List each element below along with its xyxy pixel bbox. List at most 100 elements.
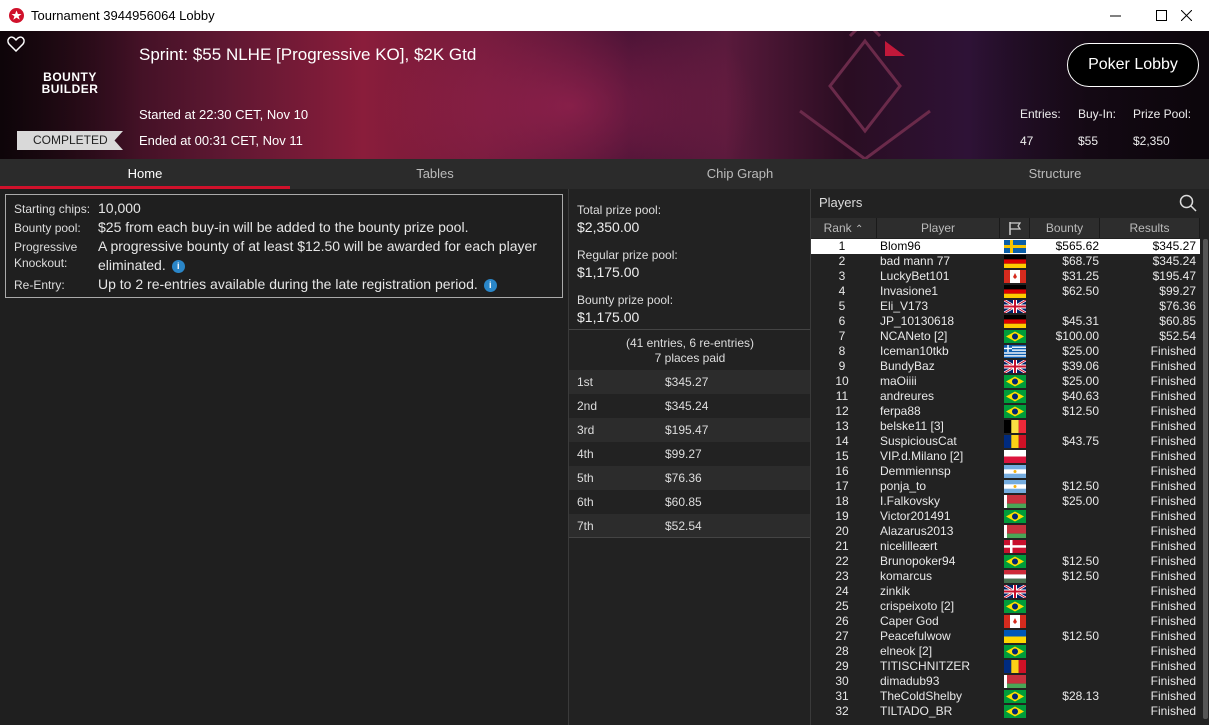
- player-row[interactable]: 24 zinkik Finished: [811, 584, 1200, 599]
- player-row[interactable]: 29 TITISCHNITZER Finished: [811, 659, 1200, 674]
- player-row[interactable]: 2 bad mann 77 $68.75 $345.24: [811, 254, 1200, 269]
- player-result: Finished: [1150, 479, 1196, 493]
- player-row[interactable]: 10 maOiiii $25.00 Finished: [811, 374, 1200, 389]
- player-bounty: $12.50: [1062, 629, 1099, 643]
- players-scrollbar[interactable]: [1203, 239, 1208, 719]
- player-name: belske11 [3]: [880, 419, 944, 433]
- player-row[interactable]: 13 belske11 [3] Finished: [811, 419, 1200, 434]
- starting-chips-value: 10,000: [98, 200, 141, 216]
- player-row[interactable]: 26 Caper God Finished: [811, 614, 1200, 629]
- country-flag-icon: [1004, 495, 1026, 508]
- tab-structure[interactable]: Structure: [910, 159, 1200, 189]
- player-bounty: $43.75: [1062, 434, 1099, 448]
- country-flag-icon: [1004, 705, 1026, 718]
- player-row[interactable]: 18 I.Falkovsky $25.00 Finished: [811, 494, 1200, 509]
- player-row[interactable]: 3 LuckyBet101 $31.25 $195.47: [811, 269, 1200, 284]
- reentry-info-icon[interactable]: i: [483, 278, 497, 292]
- pko-label-line2: Knockout:: [14, 256, 68, 270]
- player-row[interactable]: 32 TILTADO_BR Finished: [811, 704, 1200, 719]
- payout-amount: $345.27: [665, 375, 709, 389]
- player-row[interactable]: 7 NCANeto [2] $100.00 $52.54: [811, 329, 1200, 344]
- rank-column-header[interactable]: Rank ⌃: [811, 218, 877, 238]
- player-row[interactable]: 5 Eli_V173 $76.36: [811, 299, 1200, 314]
- player-row[interactable]: 25 crispeixoto [2] Finished: [811, 599, 1200, 614]
- pokerstars-logo-icon: [9, 8, 24, 23]
- country-flag-icon: [1004, 435, 1026, 448]
- player-rank: 10: [835, 374, 849, 388]
- player-rank: 20: [835, 524, 849, 538]
- player-bounty: $565.62: [1055, 239, 1099, 253]
- buyin-label: Buy-In:: [1078, 107, 1117, 121]
- tab-tables[interactable]: Tables: [290, 159, 580, 189]
- player-row[interactable]: 31 TheColdShelby $28.13 Finished: [811, 689, 1200, 704]
- tab-home[interactable]: Home: [0, 159, 290, 189]
- player-row[interactable]: 19 Victor201491 Finished: [811, 509, 1200, 524]
- tournament-info-box: Starting chips: 10,000 Bounty pool: $25 …: [5, 194, 563, 298]
- player-row[interactable]: 27 Peacefulwow $12.50 Finished: [811, 629, 1200, 644]
- window-titlebar: Tournament 3944956064 Lobby: [0, 0, 1209, 31]
- player-name: nicelilleært: [880, 539, 938, 553]
- player-row[interactable]: 22 Brunopoker94 $12.50 Finished: [811, 554, 1200, 569]
- rank-header-label: Rank: [823, 221, 852, 235]
- close-button[interactable]: [1163, 0, 1209, 31]
- payout-row: 6th $60.85: [569, 490, 811, 514]
- player-rank: 7: [838, 329, 846, 343]
- total-prize-label: Total prize pool:: [577, 203, 662, 217]
- player-name: BundyBaz: [880, 359, 935, 373]
- player-result: $52.54: [1159, 329, 1196, 343]
- bounty-column-header[interactable]: Bounty: [1030, 218, 1100, 238]
- player-row[interactable]: 28 elneok [2] Finished: [811, 644, 1200, 659]
- favorite-heart-icon[interactable]: [7, 36, 25, 52]
- player-rank: 5: [838, 299, 846, 313]
- country-flag-icon: [1004, 300, 1026, 313]
- player-row[interactable]: 30 dimadub93 Finished: [811, 674, 1200, 689]
- player-row[interactable]: 4 Invasione1 $62.50 $99.27: [811, 284, 1200, 299]
- close-icon: [1180, 10, 1192, 21]
- player-column-header[interactable]: Player: [877, 218, 1000, 238]
- player-row[interactable]: 12 ferpa88 $12.50 Finished: [811, 404, 1200, 419]
- player-row[interactable]: 17 ponja_to $12.50 Finished: [811, 479, 1200, 494]
- player-bounty: $39.06: [1062, 359, 1099, 373]
- flag-column-header[interactable]: [1000, 218, 1030, 238]
- payout-row: 1st $345.27: [569, 370, 811, 394]
- results-column-header[interactable]: Results: [1100, 218, 1200, 238]
- player-rank: 23: [835, 569, 849, 583]
- player-row[interactable]: 14 SuspiciousCat $43.75 Finished: [811, 434, 1200, 449]
- player-result: $195.47: [1152, 269, 1196, 283]
- player-name: ferpa88: [880, 404, 921, 418]
- player-bounty: $31.25: [1062, 269, 1099, 283]
- country-flag-icon: [1004, 390, 1026, 403]
- pko-info-icon[interactable]: i: [171, 259, 185, 273]
- player-row[interactable]: 15 VIP.d.Milano [2] Finished: [811, 449, 1200, 464]
- payout-place: 3rd: [577, 423, 595, 437]
- player-row[interactable]: 20 Alazarus2013 Finished: [811, 524, 1200, 539]
- status-badge: COMPLETED: [17, 131, 123, 150]
- country-flag-icon: [1004, 615, 1026, 628]
- country-flag-icon: [1004, 630, 1026, 643]
- home-info-panel: Starting chips: 10,000 Bounty pool: $25 …: [0, 189, 568, 725]
- player-name: crispeixoto [2]: [880, 599, 955, 613]
- bounty-builder-logo: BOUNTY BUILDER: [34, 71, 106, 95]
- player-row[interactable]: 11 andreures $40.63 Finished: [811, 389, 1200, 404]
- country-flag-icon: [1004, 450, 1026, 463]
- player-row[interactable]: 1 Blom96 $565.62 $345.27: [811, 239, 1200, 254]
- player-name: NCANeto [2]: [880, 329, 948, 343]
- player-result: Finished: [1150, 644, 1196, 658]
- player-row[interactable]: 8 Iceman10tkb $25.00 Finished: [811, 344, 1200, 359]
- player-bounty: $28.13: [1062, 689, 1099, 703]
- player-row[interactable]: 6 JP_10130618 $45.31 $60.85: [811, 314, 1200, 329]
- search-icon[interactable]: [1179, 194, 1197, 212]
- window-title: Tournament 3944956064 Lobby: [31, 8, 215, 23]
- player-row[interactable]: 9 BundyBaz $39.06 Finished: [811, 359, 1200, 374]
- players-table-body: 1 Blom96 $565.62 $345.27 2 bad mann 77 $68.75 $…: [811, 239, 1200, 719]
- tab-chip-graph[interactable]: Chip Graph: [600, 159, 880, 189]
- player-rank: 3: [838, 269, 846, 283]
- player-row[interactable]: 21 nicelilleært Finished: [811, 539, 1200, 554]
- player-row[interactable]: 16 Demmiennsp Finished: [811, 464, 1200, 479]
- minimize-button[interactable]: [1092, 0, 1138, 31]
- player-name: Iceman10tkb: [880, 344, 949, 358]
- player-row[interactable]: 23 komarcus $12.50 Finished: [811, 569, 1200, 584]
- player-name: Brunopoker94: [880, 554, 956, 568]
- player-result: Finished: [1150, 449, 1196, 463]
- poker-lobby-button[interactable]: Poker Lobby: [1067, 43, 1199, 87]
